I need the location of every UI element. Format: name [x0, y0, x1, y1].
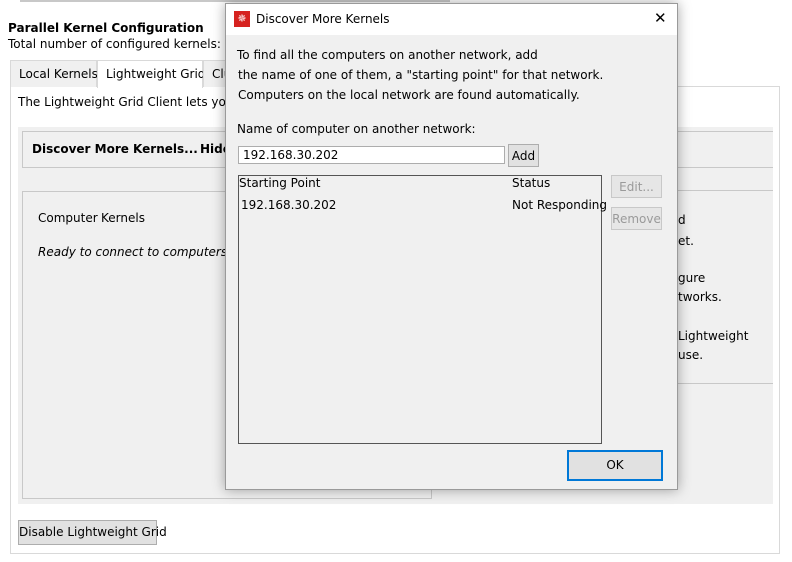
kernel-count: Total number of configured kernels: 2	[8, 37, 233, 51]
tab-local-kernels[interactable]: Local Kernels	[10, 60, 98, 87]
edit-button[interactable]: Edit...	[611, 175, 662, 198]
header-starting-point: Starting Point	[239, 176, 321, 190]
instruction-line: Computers on the local network are found…	[238, 88, 580, 102]
add-button[interactable]: Add	[508, 144, 539, 167]
discover-more-kernels-link[interactable]: Discover More Kernels...	[32, 142, 198, 156]
starting-points-list[interactable]	[238, 175, 602, 444]
discover-dialog: ✵ Discover More Kernels ✕ To find all th…	[225, 3, 678, 490]
dialog-title: Discover More Kernels	[256, 12, 390, 26]
remove-button[interactable]: Remove	[611, 207, 662, 230]
field-label: Name of computer on another network:	[237, 122, 476, 136]
side-text: tworks.	[678, 290, 722, 304]
side-text: use.	[678, 348, 704, 362]
disable-lightweight-grid-button[interactable]: Disable Lightweight Grid	[18, 520, 167, 545]
side-text: et.	[678, 234, 694, 248]
computer-name-input[interactable]: 192.168.30.202	[238, 146, 505, 164]
close-icon[interactable]: ✕	[654, 9, 667, 27]
column-computer: Computer	[38, 211, 98, 225]
header-status: Status	[512, 176, 551, 190]
tab-lightweight-grid[interactable]: Lightweight Grid	[97, 60, 205, 88]
intro-text: The Lightweight Grid Client lets you dis	[18, 95, 255, 109]
app-logo-icon: ✵	[234, 11, 250, 27]
row-starting-point[interactable]: 192.168.30.202	[241, 198, 336, 212]
side-text: d	[678, 213, 686, 227]
page-title: Parallel Kernel Configuration	[8, 21, 204, 35]
column-kernels: Kernels	[101, 211, 145, 225]
instruction-line: To find all the computers on another net…	[237, 48, 538, 62]
ok-button[interactable]: OK	[567, 450, 663, 481]
top-divider	[20, 0, 450, 2]
side-text: gure	[678, 271, 706, 285]
instruction-line: the name of one of them, a "starting poi…	[238, 68, 604, 82]
row-status: Not Responding	[512, 198, 608, 212]
side-text: Lightweight	[678, 329, 749, 343]
